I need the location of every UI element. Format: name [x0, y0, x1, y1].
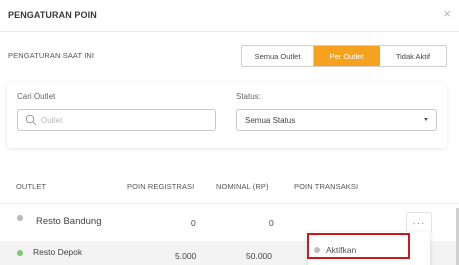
status-dot-icon	[314, 247, 320, 253]
modal-title: PENGATURAN POIN	[8, 10, 97, 20]
outlet-name: Resto Depok	[33, 247, 83, 257]
nominal-value: 0	[269, 218, 274, 228]
outlet-name: Resto Bandung	[36, 216, 102, 227]
outlet-search-label: Cari Outlet	[17, 92, 56, 101]
close-icon[interactable]: ×	[443, 6, 451, 22]
column-header-poin-registrasi: POIN REGISTRASI	[127, 182, 195, 191]
current-setting-label: PENGATURAN SAAT INI	[8, 51, 95, 60]
per-outlet-button[interactable]: Per Outlet	[314, 46, 380, 66]
modal-header: PENGATURAN POIN ×	[0, 0, 459, 32]
column-header-nominal: NOMINAL (RP)	[216, 182, 269, 191]
activate-menu-item-label: Aktifkan	[326, 245, 357, 255]
activate-menu-item[interactable]: Aktifkan	[314, 245, 356, 255]
outlet-search-box[interactable]	[17, 109, 216, 131]
table-header: OUTLET POIN REGISTRASI NOMINAL (RP) POIN…	[0, 172, 459, 204]
points-settings-modal: PENGATURAN POIN × PENGATURAN SAAT INI Se…	[0, 0, 459, 265]
actions-dropdown-menu: Aktifkan	[308, 232, 430, 265]
column-header-poin-transaksi: POIN TRANSAKSI	[294, 182, 359, 191]
chevron-down-icon	[424, 118, 428, 121]
filter-card: Cari Outlet Status: Semua Status	[7, 82, 447, 148]
setting-segmented-control: Semua Outlet Per Outlet Tidak Aktif	[241, 45, 447, 67]
nominal-value: 50.000	[246, 251, 272, 261]
column-header-outlet: OUTLET	[16, 182, 47, 191]
status-select[interactable]: Semua Status	[236, 109, 437, 131]
poin-registrasi-value: 0	[191, 218, 196, 228]
status-dot-active	[17, 250, 23, 256]
status-dot-inactive	[17, 215, 23, 221]
search-icon	[24, 114, 37, 127]
status-label: Status:	[236, 92, 261, 101]
inactive-button[interactable]: Tidak Aktif	[380, 46, 446, 66]
status-select-value: Semua Status	[245, 115, 296, 125]
poin-registrasi-value: 5.000	[175, 251, 197, 261]
all-outlets-button[interactable]: Semua Outlet	[242, 46, 314, 66]
more-actions-button[interactable]: ···	[406, 212, 432, 234]
outlet-search-input[interactable]	[41, 115, 211, 125]
